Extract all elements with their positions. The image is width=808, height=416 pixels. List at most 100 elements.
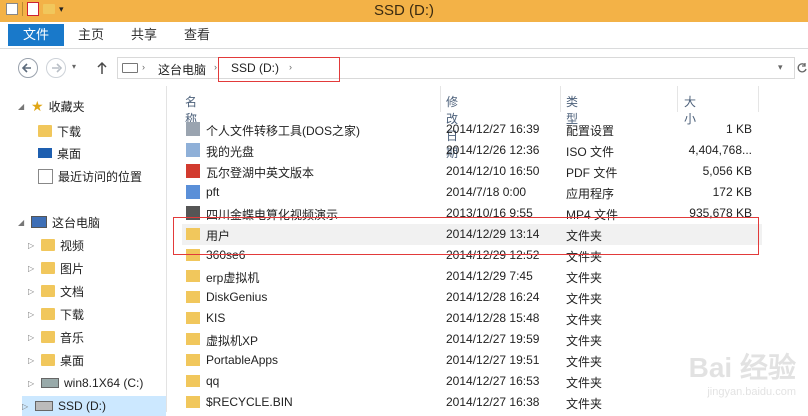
- file-date: 2014/12/27 19:59: [446, 332, 540, 346]
- file-row[interactable]: 瓦尔登湖中英文版本 2014/12/10 16:50 PDF 文件 5,056 KB: [182, 161, 762, 182]
- star-icon: ★: [31, 97, 44, 114]
- expand-arrow-icon[interactable]: ▷: [28, 356, 36, 365]
- file-size: 172 KB: [712, 185, 752, 199]
- file-date: 2014/12/27 16:39: [446, 122, 540, 136]
- file-date: 2014/12/27 16:53: [446, 374, 540, 388]
- expand-arrow-icon[interactable]: ▷: [28, 379, 36, 388]
- file-type: 文件夹: [566, 397, 603, 411]
- file-name: 虚拟机XP: [206, 334, 259, 348]
- file-row[interactable]: 虚拟机XP 2014/12/27 19:59 文件夹: [182, 329, 762, 350]
- file-row[interactable]: pft 2014/7/18 0:00 应用程序 172 KB: [182, 182, 762, 203]
- file-type: 文件夹: [566, 355, 603, 369]
- file-size: 4,404,768...: [688, 143, 752, 157]
- file-date: 2014/7/18 0:00: [446, 185, 527, 199]
- file-date: 2014/12/27 19:51: [446, 353, 540, 367]
- drive-icon: [35, 401, 53, 411]
- sidebar-item-documents[interactable]: ▷ 文档: [28, 281, 84, 301]
- forward-button[interactable]: [46, 58, 66, 78]
- pictures-folder-icon: [41, 262, 55, 274]
- file-row[interactable]: $RECYCLE.BIN 2014/12/27 16:38 文件夹: [182, 392, 762, 413]
- disc-image-icon: [186, 143, 200, 157]
- sidebar-item-videos[interactable]: ▷ 视频: [28, 235, 84, 255]
- sidebar-item-desktop-pc[interactable]: ▷ 桌面: [28, 350, 84, 370]
- downloads-folder-icon: [41, 308, 55, 320]
- expand-arrow-icon[interactable]: ▷: [28, 310, 36, 319]
- file-name: 我的光盘: [206, 145, 255, 159]
- expand-arrow-icon[interactable]: ▷: [28, 264, 36, 273]
- address-dropdown-icon[interactable]: ▾: [778, 62, 783, 73]
- file-name: 瓦尔登湖中英文版本: [206, 166, 315, 180]
- refresh-icon[interactable]: [796, 62, 808, 74]
- sidebar-item-drive-c[interactable]: ▷ win8.1X64 (C:): [28, 373, 143, 393]
- highlight-box-address: [218, 57, 340, 82]
- file-date: 2014/12/10 16:50: [446, 164, 540, 178]
- sidebar-this-pc[interactable]: ◢ 这台电脑: [18, 212, 100, 232]
- file-name: erp虚拟机: [206, 271, 260, 285]
- sidebar-label: 文档: [60, 284, 85, 299]
- column-divider: [440, 86, 441, 112]
- expand-arrow-icon[interactable]: ▷: [28, 241, 36, 250]
- desktop-folder-icon: [41, 354, 55, 366]
- expand-arrow-icon[interactable]: ▷: [22, 402, 30, 411]
- sidebar-item-music[interactable]: ▷ 音乐: [28, 327, 84, 347]
- file-row[interactable]: DiskGenius 2014/12/28 16:24 文件夹: [182, 287, 762, 308]
- sidebar-item-pictures[interactable]: ▷ 图片: [28, 258, 84, 278]
- expand-arrow-icon[interactable]: ▷: [28, 287, 36, 296]
- file-type: 文件夹: [566, 292, 603, 306]
- sidebar-item-downloads-pc[interactable]: ▷ 下载: [28, 304, 84, 324]
- sidebar-label: 这台电脑: [52, 215, 101, 230]
- settings-file-icon: [186, 122, 200, 136]
- watermark-subtext: jingyan.baidu.com: [707, 386, 796, 398]
- chevron-right-icon[interactable]: ›: [142, 62, 145, 72]
- file-type: 文件夹: [566, 334, 603, 348]
- sidebar-item-drive-d[interactable]: ▷ SSD (D:): [22, 396, 166, 416]
- collapse-arrow-icon[interactable]: ◢: [18, 218, 26, 227]
- recent-locations-icon[interactable]: ▾: [72, 62, 76, 71]
- folder-icon: [186, 291, 200, 303]
- file-row[interactable]: KIS 2014/12/28 15:48 文件夹: [182, 308, 762, 329]
- up-arrow-icon[interactable]: [95, 61, 109, 75]
- collapse-arrow-icon[interactable]: ◢: [18, 102, 26, 111]
- breadcrumb-this-pc[interactable]: 这台电脑: [158, 61, 206, 78]
- sidebar-label: win8.1X64 (C:): [64, 376, 144, 390]
- back-button[interactable]: [18, 58, 38, 78]
- tab-home[interactable]: 主页: [78, 24, 104, 46]
- file-row[interactable]: erp虚拟机 2014/12/29 7:45 文件夹: [182, 266, 762, 287]
- tab-view[interactable]: 查看: [184, 24, 210, 46]
- forward-arrow-icon: [52, 63, 63, 73]
- file-type: ISO 文件: [566, 145, 615, 159]
- tab-share[interactable]: 共享: [131, 24, 157, 46]
- tab-file[interactable]: 文件: [8, 24, 64, 46]
- folder-icon: [186, 396, 200, 408]
- navigation-bar: ▾ › 这台电脑 › SSD (D:) › ▾: [0, 52, 808, 84]
- sidebar-label: 下载: [60, 307, 85, 322]
- file-date: 2014/12/28 16:24: [446, 290, 540, 304]
- window-title: SSD (D:): [374, 2, 434, 19]
- file-name: KIS: [206, 311, 226, 325]
- sidebar-item-recent[interactable]: 最近访问的位置: [38, 166, 142, 186]
- column-divider: [758, 86, 759, 112]
- file-date: 2014/12/29 7:45: [446, 269, 533, 283]
- file-name: pft: [206, 185, 220, 199]
- chevron-right-icon[interactable]: ›: [214, 62, 217, 72]
- highlight-box-row: [173, 217, 759, 255]
- folder-icon: [186, 333, 200, 345]
- file-type: 配置设置: [566, 124, 615, 138]
- expand-arrow-icon[interactable]: ▷: [28, 333, 36, 342]
- sidebar-item-desktop[interactable]: 桌面: [38, 143, 81, 163]
- sidebar-favorites[interactable]: ◢ ★ 收藏夹: [18, 96, 85, 116]
- file-row[interactable]: PortableApps 2014/12/27 19:51 文件夹: [182, 350, 762, 371]
- file-row[interactable]: qq 2014/12/27 16:53 文件夹: [182, 371, 762, 392]
- sidebar-label: 图片: [60, 261, 85, 276]
- watermark-text: Bai 经验: [688, 352, 796, 383]
- pane-divider[interactable]: [166, 86, 167, 412]
- computer-icon: [31, 216, 47, 228]
- file-name: PortableApps: [206, 353, 279, 367]
- file-size: 1 KB: [725, 122, 752, 136]
- file-date: 2014/12/26 12:36: [446, 143, 540, 157]
- file-row[interactable]: 个人文件转移工具(DOS之家) 2014/12/27 16:39 配置设置 1 KB: [182, 119, 762, 140]
- recent-places-icon: [38, 168, 53, 184]
- file-row[interactable]: 我的光盘 2014/12/26 12:36 ISO 文件 4,404,768...: [182, 140, 762, 161]
- sidebar-label: 视频: [60, 238, 85, 253]
- sidebar-item-downloads[interactable]: 下载: [38, 121, 81, 141]
